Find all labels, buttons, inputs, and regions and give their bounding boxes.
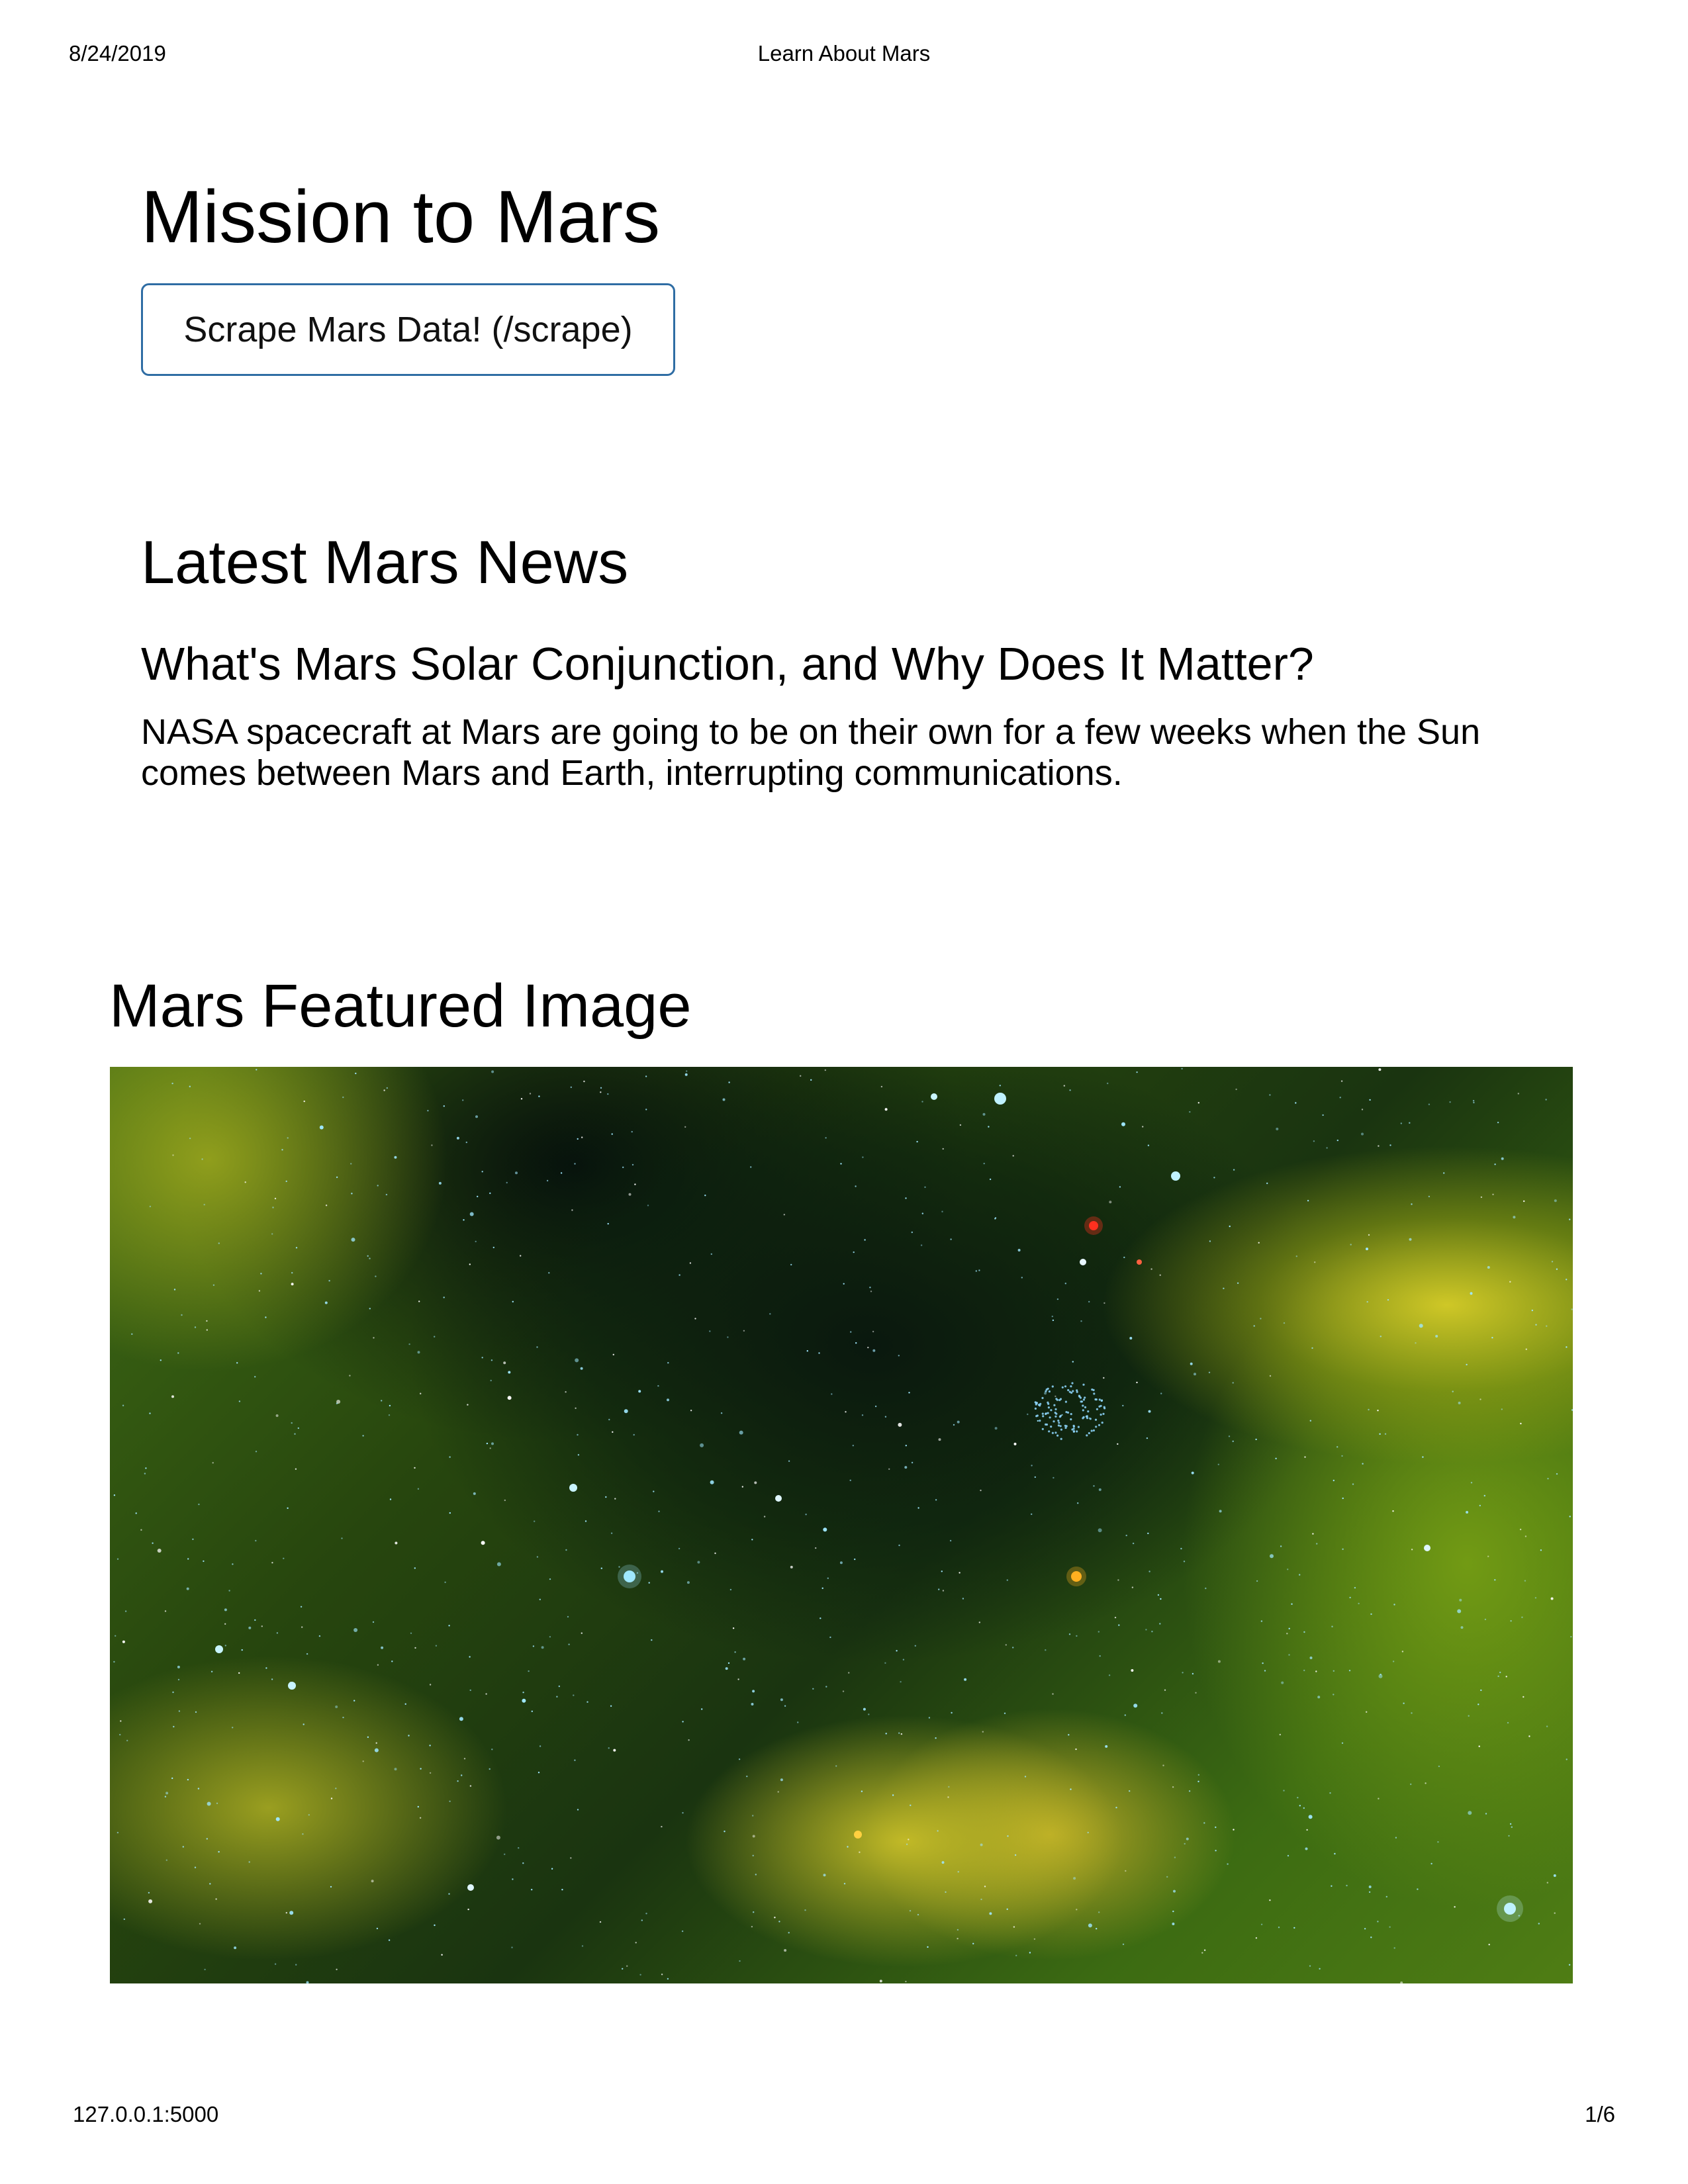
featured-image-heading: Mars Featured Image — [109, 972, 692, 1040]
starfield — [113, 1068, 1573, 1983]
star-cluster — [1034, 1382, 1106, 1440]
news-paragraph: NASA spacecraft at Mars are going to be … — [141, 712, 1481, 793]
small-stars — [113, 1068, 1573, 1983]
news-heading: Latest Mars News — [141, 529, 629, 596]
scrape-button[interactable]: Scrape Mars Data! (/scrape) — [141, 283, 675, 376]
news-title: What's Mars Solar Conjunction, and Why D… — [141, 638, 1314, 690]
print-footer-page: 1/6 — [1585, 2102, 1615, 2126]
print-footer-url: 127.0.0.1:5000 — [73, 2102, 219, 2126]
featured-image — [110, 1067, 1573, 1983]
bright-stars — [215, 1093, 1523, 1922]
page-title: Mission to Mars — [141, 175, 661, 258]
print-header-title: Learn About Mars — [757, 41, 931, 66]
